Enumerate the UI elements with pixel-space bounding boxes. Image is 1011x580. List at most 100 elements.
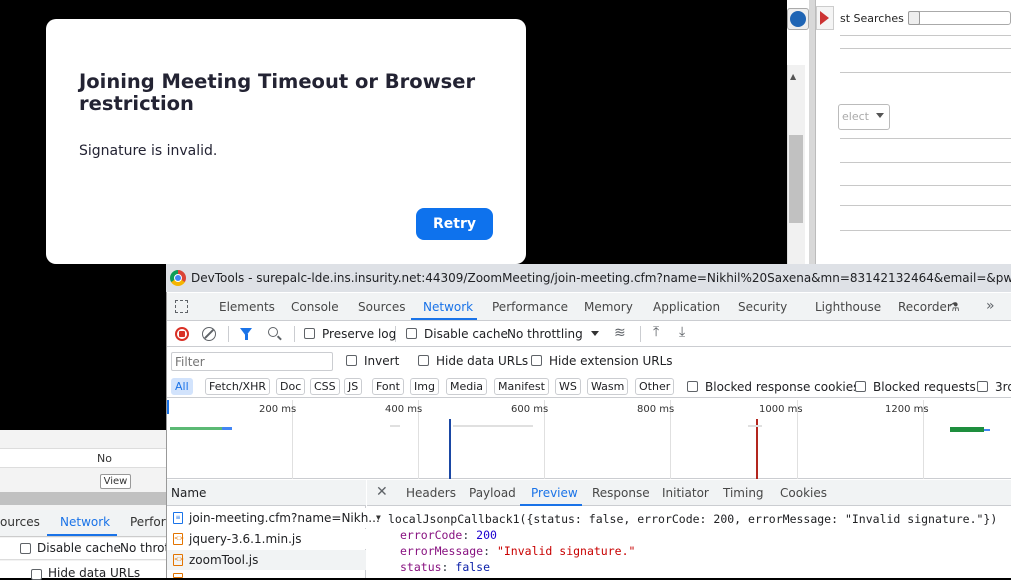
filter-chip-doc[interactable]: Doc xyxy=(276,378,306,395)
tab-recorder[interactable]: Recorder xyxy=(898,300,952,314)
filter-chip-css[interactable]: CSS xyxy=(310,378,340,395)
dialog-title: Joining Meeting Timeout or Browser restr… xyxy=(79,70,476,115)
tab-response[interactable]: Response xyxy=(592,486,650,500)
filter-chip-js[interactable]: JS xyxy=(344,378,363,395)
timeline-tick: 400 ms xyxy=(385,404,423,415)
blocked-requests-label: Blocked requests xyxy=(873,380,976,394)
filter-chip-media[interactable]: Media xyxy=(446,378,488,395)
divider xyxy=(840,35,1011,36)
chevron-down-icon xyxy=(591,331,599,336)
tab-initiator[interactable]: Initiator xyxy=(662,486,709,500)
tab-timing[interactable]: Timing xyxy=(723,486,764,500)
throttling-select[interactable]: No throttling xyxy=(507,327,583,341)
scrollbar-thumb[interactable] xyxy=(789,135,803,223)
slider-thumb[interactable] xyxy=(908,11,920,25)
filter-chip-img[interactable]: Img xyxy=(410,378,439,395)
disable-cache-checkbox[interactable] xyxy=(406,328,417,339)
tab-security[interactable]: Security xyxy=(738,300,787,314)
divider xyxy=(228,326,229,342)
throttling-select[interactable]: No throt xyxy=(120,541,169,555)
invert-label: Invert xyxy=(364,354,400,368)
filter-chip-all[interactable]: All xyxy=(171,378,193,395)
blocked-response-cookies-checkbox[interactable] xyxy=(687,381,698,392)
tab-console[interactable]: Console xyxy=(291,300,339,314)
dom-content-loaded-line xyxy=(449,419,451,479)
filter-chip-other[interactable]: Other xyxy=(635,378,675,395)
name-header-label: Name xyxy=(171,486,207,500)
blocked-requests-checkbox[interactable] xyxy=(855,381,866,392)
horizontal-scrollbar[interactable] xyxy=(0,492,167,505)
flask-icon: ⚗ xyxy=(949,300,960,314)
preserve-log-checkbox[interactable] xyxy=(304,328,315,339)
timeline-bar xyxy=(170,427,222,430)
divider xyxy=(840,205,1011,206)
filter-chip-ws[interactable]: WS xyxy=(555,378,581,395)
hide-data-urls-checkbox[interactable] xyxy=(418,355,429,366)
inspect-element-icon[interactable] xyxy=(175,300,188,313)
property-value: "Invalid signature." xyxy=(496,544,636,558)
preview-property: errorMessage: "Invalid signature." xyxy=(400,544,636,558)
tab-sources[interactable]: ources xyxy=(0,515,40,529)
tab-network[interactable]: Network xyxy=(423,300,473,314)
refresh-icon xyxy=(790,11,806,27)
timeline-bar xyxy=(453,425,533,427)
preview-property: errorCode: 200 xyxy=(400,528,497,542)
record-stop-icon xyxy=(179,331,185,337)
script-icon xyxy=(173,573,183,578)
request-name: jquery-3.6.1.min.js xyxy=(189,532,302,546)
filter-chip-manifest[interactable]: Manifest xyxy=(494,378,549,395)
download-icon[interactable]: ⤓ xyxy=(679,324,685,340)
filter-input[interactable] xyxy=(171,352,333,371)
tab-cookies[interactable]: Cookies xyxy=(780,486,827,500)
filter-chip-wasm[interactable]: Wasm xyxy=(587,378,629,395)
property-key: status xyxy=(400,560,442,574)
background-app-panel xyxy=(815,0,1011,265)
third-party-checkbox[interactable] xyxy=(977,381,988,392)
view-button[interactable]: View xyxy=(100,474,131,489)
tab-sources[interactable]: Sources xyxy=(358,300,405,314)
last-searches-slider[interactable] xyxy=(908,11,1011,25)
timeline-tick: 600 ms xyxy=(511,404,549,415)
timeline-bar xyxy=(748,425,762,427)
tab-elements[interactable]: Elements xyxy=(219,300,275,314)
play-icon xyxy=(820,11,829,25)
hide-data-urls-checkbox[interactable] xyxy=(31,569,42,580)
background-table-header xyxy=(0,448,167,468)
tab-memory[interactable]: Memory xyxy=(584,300,633,314)
invert-checkbox[interactable] xyxy=(346,355,357,366)
tab-performance[interactable]: Performance xyxy=(492,300,568,314)
chevron-down-icon xyxy=(876,113,884,118)
expand-triangle-icon[interactable]: ▼ xyxy=(376,513,381,522)
more-tabs-icon[interactable]: » xyxy=(986,298,995,314)
timeline-tick: 1000 ms xyxy=(759,404,803,415)
active-tab-indicator xyxy=(520,504,582,506)
network-conditions-icon[interactable]: ≋ xyxy=(614,325,626,341)
divider xyxy=(840,185,1011,186)
filter-chip-font[interactable]: Font xyxy=(372,378,404,395)
tab-network[interactable]: Network xyxy=(60,515,110,529)
upload-icon[interactable]: ⤒ xyxy=(653,324,659,340)
property-key: errorCode xyxy=(400,528,463,542)
hide-extension-urls-checkbox[interactable] xyxy=(531,355,542,366)
tab-preview[interactable]: Preview xyxy=(531,486,578,500)
tab-application[interactable]: Application xyxy=(653,300,720,314)
divider xyxy=(640,326,641,342)
script-icon: <> xyxy=(173,533,184,545)
retry-button[interactable]: Retry xyxy=(416,208,493,240)
close-icon[interactable]: ✕ xyxy=(376,484,388,500)
property-value: false xyxy=(455,560,491,574)
scroll-up-icon[interactable]: ▲ xyxy=(790,72,796,81)
request-name: zoomTool.js xyxy=(189,553,259,567)
filter-chip-fetch-xhr[interactable]: Fetch/XHR xyxy=(205,378,270,395)
tab-payload[interactable]: Payload xyxy=(469,486,516,500)
script-icon: <> xyxy=(173,554,184,566)
timeline-bar xyxy=(984,429,990,431)
tab-lighthouse[interactable]: Lighthouse xyxy=(815,300,881,314)
last-searches-label: st Searches xyxy=(840,12,904,25)
timeline-tick: 800 ms xyxy=(637,404,675,415)
devtools-title: DevTools - surepalc-lde.ins.insurity.net… xyxy=(191,271,1011,285)
timeline-bar xyxy=(222,427,232,430)
tab-headers[interactable]: Headers xyxy=(406,486,456,500)
timeline-bar xyxy=(390,425,400,427)
disable-cache-checkbox[interactable] xyxy=(20,543,31,554)
